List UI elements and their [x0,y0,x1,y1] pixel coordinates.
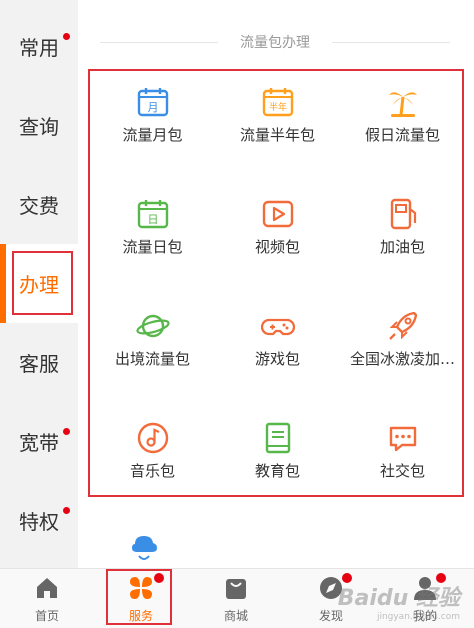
divider [100,41,218,43]
tile-social[interactable]: 社交包 [340,407,465,513]
notification-dot [63,428,70,435]
tile-holiday-data[interactable]: 假日流量包 [340,71,465,177]
chat-bubble-icon [389,426,416,452]
book-icon [265,422,290,454]
tile-label: 假日流量包 [364,126,440,144]
icon-text: 半年 [268,101,286,113]
sidebar-item-common[interactable]: 常用 [0,7,78,86]
icon-text: 日 [147,213,158,226]
sidebar-item-label: 交费 [19,194,59,218]
icon-text: 月 [147,101,158,114]
tile-education[interactable]: 教育包 [215,407,340,513]
highlight-box-tab [106,569,172,625]
calendar-day-icon: 日 [137,200,168,229]
tile-label: 游戏包 [254,350,300,368]
sidebar-item-label: 查询 [19,115,59,139]
tile-label: 流量日包 [122,238,183,256]
tab-label: 首页 [34,609,59,623]
watermark: Baidu 经验 jingyan.baidu.com [338,580,460,622]
tab-mall[interactable]: 商城 [189,569,283,628]
video-play-icon [262,200,293,228]
divider [332,41,450,43]
notification-dot [63,33,70,40]
tile-roaming-data[interactable]: 出境流量包 [90,295,215,401]
tile-label: 社交包 [379,462,425,480]
tile-label: 教育包 [254,462,300,480]
gamepad-icon [260,318,295,336]
notification-dot [63,507,70,514]
calendar-half-year-icon: 半年 [262,88,293,117]
tile-monthly-data[interactable]: 月 流量月包 [90,71,215,177]
music-disc-icon [137,422,168,454]
sidebar-item-customer-service[interactable]: 客服 [0,323,78,402]
tile-top-up[interactable]: 加油包 [340,183,465,289]
tile-label: 出境流量包 [114,350,190,368]
tile-label: 全国冰激凌加… [349,350,455,368]
cloud-icon [132,536,157,560]
tile-label: 加油包 [379,238,425,256]
tile-video[interactable]: 视频包 [215,183,340,289]
planet-icon [135,314,170,338]
section-title: 流量包办理 [240,35,310,51]
sidebar-item-label: 宽带 [19,431,59,455]
sidebar-item-label: 常用 [19,36,59,60]
data-package-grid: 月 流量月包 半年 流量半年包 假日流量包 日 流量日包 视频包 加油包 出境流… [88,69,464,497]
rocket-icon [388,311,417,340]
tile-half-year-data[interactable]: 半年 流量半年包 [215,71,340,177]
sidebar-item-label: 客服 [19,352,59,376]
tile-music[interactable]: 音乐包 [90,407,215,513]
highlight-box-sidebar [12,251,73,315]
tile-ice-cream-addon[interactable]: 全国冰激凌加… [340,295,465,401]
section-header: 流量包办理 [100,26,450,58]
tile-game[interactable]: 游戏包 [215,295,340,401]
tile-label: 流量半年包 [239,126,315,144]
home-icon [37,578,57,598]
fuel-pump-icon [390,198,416,230]
shopping-bag-icon [226,579,246,599]
tile-label: 流量月包 [122,126,183,144]
tab-home[interactable]: 首页 [0,569,94,628]
palm-tree-icon [388,92,417,117]
sidebar-item-query[interactable]: 查询 [0,86,78,165]
tile-daily-data[interactable]: 日 流量日包 [90,183,215,289]
sidebar-item-broadband[interactable]: 宽带 [0,402,78,481]
watermark-url: jingyan.baidu.com [376,612,460,622]
sidebar-item-label: 特权 [19,510,59,534]
tile-label: 视频包 [254,238,300,256]
sidebar-item-payment[interactable]: 交费 [0,165,78,244]
active-indicator [0,244,6,323]
tab-label: 商城 [223,609,248,623]
tile-label: 音乐包 [129,462,175,480]
calendar-month-icon: 月 [137,88,168,117]
sidebar-item-privilege[interactable]: 特权 [0,481,78,560]
watermark-brand: Baidu 经验 [337,586,460,611]
